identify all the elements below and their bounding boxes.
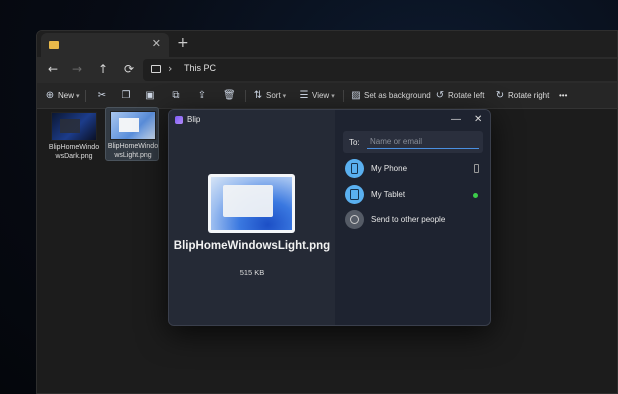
new-tab-button[interactable]: + <box>177 35 189 51</box>
blip-logo-icon <box>175 116 183 124</box>
device-label: My Tablet <box>371 190 406 199</box>
tablet-icon <box>345 185 364 204</box>
dialog-title: Blip <box>187 115 201 124</box>
people-icon <box>345 210 364 229</box>
recipient-input[interactable] <box>367 134 479 149</box>
rotate-right-button[interactable]: ↻ Rotate right <box>495 89 550 103</box>
more-options-button[interactable]: ••• <box>559 89 567 103</box>
new-button[interactable]: ⊕ New ▾ <box>45 89 80 103</box>
recipient-field: To: <box>343 131 483 153</box>
phone-status-icon <box>474 164 479 173</box>
minimize-button[interactable]: — <box>451 114 461 125</box>
paste-icon: ▣ <box>145 90 155 101</box>
file-name-heading: BlipHomeWindowsLight.png <box>173 240 331 252</box>
chevron-down-icon: ▾ <box>331 93 335 100</box>
copy-icon: ❐ <box>121 90 131 101</box>
file-preview-image <box>208 174 295 233</box>
navigation-bar: ← → ↑ ⟳ › This PC <box>37 57 617 83</box>
device-label: Send to other people <box>371 215 446 224</box>
sort-button[interactable]: ⇅ Sort ▾ <box>253 89 286 103</box>
refresh-button[interactable]: ⟳ <box>121 62 137 76</box>
rotate-right-icon: ↻ <box>495 90 505 101</box>
back-button[interactable]: ← <box>45 62 61 76</box>
breadcrumb-chevron-icon: › <box>168 62 173 75</box>
file-thumbnail <box>110 111 156 140</box>
to-label: To: <box>349 138 360 147</box>
up-button[interactable]: ↑ <box>95 62 111 76</box>
share-icon: ⇪ <box>197 90 207 101</box>
device-my-tablet[interactable]: My Tablet <box>343 184 483 206</box>
file-size: 515 KB <box>239 268 265 277</box>
chevron-down-icon: ▾ <box>76 93 80 100</box>
paste-button[interactable]: ▣ <box>145 89 158 103</box>
rotate-left-button[interactable]: ↺ Rotate left <box>435 89 485 103</box>
tab-bar: ✕ + <box>37 31 617 57</box>
divider <box>343 90 344 102</box>
folder-icon <box>49 41 59 49</box>
view-button[interactable]: ☰ View ▾ <box>299 89 335 103</box>
breadcrumb-this-pc[interactable]: This PC <box>184 63 216 73</box>
file-name: BlipHomeWindowsDark.png <box>48 144 100 160</box>
recipient-pane: — ✕ To: My Phone My Tablet Send to other… <box>335 110 490 325</box>
device-my-phone[interactable]: My Phone <box>343 158 483 180</box>
address-bar[interactable]: › This PC <box>143 59 617 81</box>
online-status-dot <box>473 193 478 198</box>
rename-button[interactable]: ⧉ <box>171 89 184 103</box>
cut-button[interactable]: ✂ <box>97 89 110 103</box>
forward-button[interactable]: → <box>69 62 85 76</box>
plus-circle-icon: ⊕ <box>45 90 55 101</box>
rename-icon: ⧉ <box>172 90 180 101</box>
delete-button[interactable]: 🗑 <box>223 89 236 103</box>
sort-icon: ⇅ <box>253 90 263 101</box>
device-label: My Phone <box>371 164 408 173</box>
divider <box>85 90 86 102</box>
phone-icon <box>345 159 364 178</box>
file-preview-pane: Blip BlipHomeWindowsLight.png 515 KB <box>169 110 335 325</box>
set-as-background-button[interactable]: ▨ Set as background <box>351 89 430 103</box>
command-bar: ⊕ New ▾ ✂ ❐ ▣ ⧉ ⇪ 🗑 ⇅ Sort ▾ ☰ View ▾ ▨ Set as … <box>37 83 617 109</box>
rotate-left-icon: ↺ <box>435 90 445 101</box>
close-button[interactable]: ✕ <box>474 114 482 125</box>
tab-this-pc[interactable]: ✕ <box>41 33 169 57</box>
send-to-other-people[interactable]: Send to other people <box>343 209 483 231</box>
image-icon: ▨ <box>351 90 361 101</box>
close-tab-icon[interactable]: ✕ <box>152 37 161 50</box>
scissors-icon: ✂ <box>97 90 107 101</box>
chevron-down-icon: ▾ <box>282 93 287 100</box>
share-button[interactable]: ⇪ <box>197 89 210 103</box>
file-item-dark[interactable]: BlipHomeWindowsDark.png <box>47 109 101 163</box>
view-icon: ☰ <box>299 90 309 101</box>
trash-icon: 🗑 <box>223 90 236 101</box>
blip-share-dialog: Blip BlipHomeWindowsLight.png 515 KB — ✕… <box>168 109 491 326</box>
computer-icon <box>151 65 161 73</box>
divider <box>245 90 246 102</box>
file-name: BlipHomeWindowsLight.png <box>107 143 159 159</box>
file-item-light[interactable]: BlipHomeWindowsLight.png <box>105 107 159 161</box>
copy-button[interactable]: ❐ <box>121 89 134 103</box>
file-thumbnail <box>51 112 97 141</box>
